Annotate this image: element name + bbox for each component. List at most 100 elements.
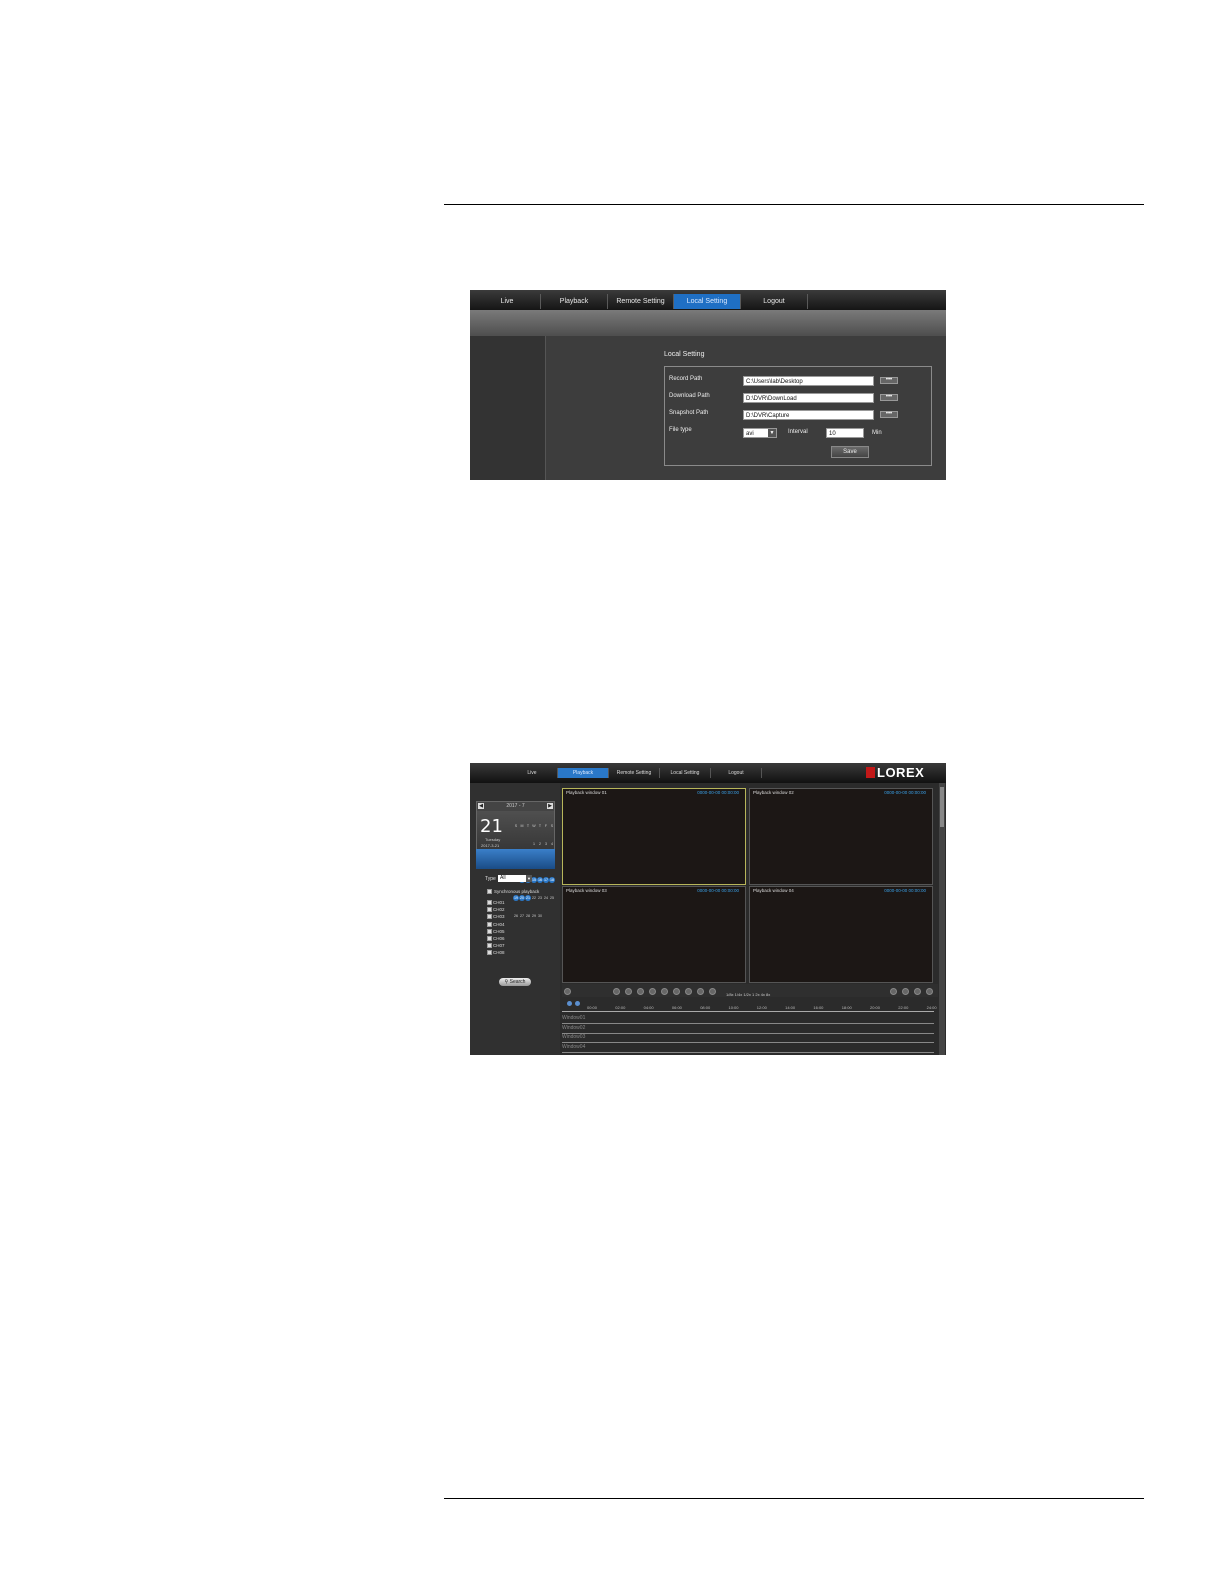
header-rule — [444, 204, 1144, 205]
search-button[interactable]: ⚲ Search — [499, 978, 531, 986]
zoom-out-icon[interactable] — [575, 1001, 580, 1006]
timeline-row-label: Window02 — [562, 1024, 586, 1031]
time-tick: 18:00 — [841, 1005, 852, 1010]
stop-icon[interactable] — [637, 988, 644, 995]
timeline-row-label: Window04 — [562, 1043, 586, 1050]
prev-month-icon[interactable]: ◀ — [478, 803, 484, 809]
speed-scale[interactable]: 1/8x 1/4x 1/2x 1 2x 4x 8x — [726, 992, 770, 997]
window-time: 0000-00-00 00:00:00 — [884, 888, 926, 893]
channel-checkbox[interactable] — [487, 943, 492, 949]
step-back-icon[interactable] — [673, 988, 680, 995]
zoom-in-icon[interactable] — [567, 1001, 572, 1006]
snapshot-path-field[interactable]: D:\DVR\Capture — [743, 410, 874, 420]
sync-checkbox[interactable] — [487, 889, 492, 894]
step-forward-icon[interactable] — [685, 988, 692, 995]
playback-window-3[interactable]: Playback window 03 0000-00-00 00:00:00 — [562, 886, 746, 983]
save-button[interactable]: Save — [831, 446, 869, 458]
fast-icon[interactable] — [709, 988, 716, 995]
record-path-field[interactable]: C:\Users\lab\Desktop — [743, 376, 874, 386]
channel-label: CH01 — [493, 900, 505, 905]
timeline-row[interactable] — [562, 1032, 934, 1034]
section-heading: Local Setting — [664, 351, 705, 358]
file-type-label: File type — [669, 427, 692, 433]
interval-field[interactable]: 10 — [826, 428, 864, 438]
time-tick: 12:00 — [756, 1005, 767, 1010]
channel-label: CH02 — [493, 907, 505, 913]
header-band — [470, 310, 946, 336]
time-tick: 04:00 — [643, 1005, 654, 1010]
local-setting-screenshot: Live Playback Remote Setting Local Setti… — [470, 290, 946, 480]
lorex-logo: LOREX — [866, 766, 924, 780]
sync-label: Synchronous playback — [494, 889, 540, 894]
tab-logout[interactable]: Logout — [711, 768, 762, 778]
tab-local-setting[interactable]: Local Setting — [674, 294, 741, 309]
snapshot-icon[interactable] — [890, 988, 897, 995]
calendar-day[interactable]: 25 — [549, 895, 555, 901]
calendar-day[interactable]: 30 — [537, 913, 543, 919]
footer-rule — [444, 1498, 1144, 1499]
timeline-row-label: Window03 — [562, 1034, 586, 1040]
interval-unit: Min — [872, 430, 882, 436]
slow-icon[interactable] — [697, 988, 704, 995]
fullscreen-icon[interactable] — [926, 988, 933, 995]
time-tick: 24:00 — [926, 1005, 937, 1010]
next-month-icon[interactable]: ▶ — [547, 803, 553, 809]
download-icon[interactable] — [902, 988, 909, 995]
download-path-browse-button[interactable]: ••• — [880, 394, 898, 401]
timeline-axis — [562, 1011, 934, 1012]
tab-remote-setting[interactable]: Remote Setting — [609, 768, 660, 778]
tab-local-setting[interactable]: Local Setting — [660, 768, 711, 778]
tab-playback[interactable]: Playback — [541, 294, 608, 309]
selected-date: 2017-3-21 — [481, 843, 500, 848]
scrollbar-thumb[interactable] — [940, 787, 944, 827]
window-title: Playback window 02 — [753, 790, 794, 795]
tab-live[interactable]: Live — [474, 294, 541, 309]
playback-window-4[interactable]: Playback window 04 0000-00-00 00:00:00 — [749, 886, 933, 983]
chevron-down-icon: ▼ — [768, 429, 776, 437]
channel-checkbox[interactable] — [487, 928, 492, 934]
playback-screenshot: Live Playback Remote Setting Local Setti… — [470, 763, 946, 1055]
channel-label: CH05 — [493, 928, 505, 934]
selected-weekday: Tuesday — [485, 837, 501, 842]
tab-remote-setting[interactable]: Remote Setting — [608, 294, 674, 309]
volume-icon[interactable] — [564, 988, 571, 995]
calendar-day[interactable]: 18 — [549, 877, 555, 883]
snapshot-path-label: Snapshot Path — [669, 410, 709, 416]
channel-checkbox[interactable] — [487, 907, 492, 913]
scrollbar[interactable] — [939, 783, 945, 1055]
selected-day: 21 — [480, 816, 503, 837]
pause-icon[interactable] — [625, 988, 632, 995]
channel-checkbox[interactable] — [487, 900, 492, 905]
calendar-day[interactable]: 4 — [549, 841, 555, 847]
tab-playback[interactable]: Playback — [558, 768, 609, 778]
tab-live[interactable]: Live — [507, 768, 558, 778]
playback-window-1[interactable]: Playback window 01 0000-00-00 00:00:00 — [562, 788, 746, 885]
timeline-row[interactable] — [562, 1023, 934, 1024]
time-tick: 14:00 — [785, 1005, 796, 1010]
logo-text: LOREX — [877, 765, 925, 780]
channel-checkbox[interactable] — [487, 950, 492, 956]
logo-mark-icon — [866, 767, 875, 778]
window-time: 0000-00-00 00:00:00 — [884, 790, 926, 795]
channel-label: CH07 — [493, 943, 505, 949]
channel-checkbox[interactable] — [487, 914, 492, 920]
time-tick: 06:00 — [671, 1005, 682, 1010]
play-icon[interactable] — [613, 988, 620, 995]
tab-logout[interactable]: Logout — [741, 294, 808, 309]
timeline-row[interactable] — [562, 1042, 934, 1043]
playback-window-2[interactable]: Playback window 02 0000-00-00 00:00:00 — [749, 788, 933, 885]
record-path-browse-button[interactable]: ••• — [880, 377, 898, 384]
timeline-row-label: Window01 — [562, 1015, 586, 1021]
record-icon[interactable] — [914, 988, 921, 995]
file-type-select[interactable]: avi ▼ — [743, 428, 777, 438]
channel-checkbox[interactable] — [487, 936, 492, 941]
timeline-row[interactable] — [562, 1051, 934, 1053]
rewind-icon[interactable] — [649, 988, 656, 995]
download-path-label: Download Path — [669, 393, 710, 399]
snapshot-path-browse-button[interactable]: ••• — [880, 411, 898, 418]
channel-checkbox[interactable] — [487, 921, 492, 927]
download-path-field[interactable]: D:\DVR\DownLoad — [743, 393, 874, 403]
forward-icon[interactable] — [661, 988, 668, 995]
calendar-month: 2017 - 7 — [477, 802, 554, 811]
type-select[interactable]: All ▼ — [498, 875, 532, 882]
